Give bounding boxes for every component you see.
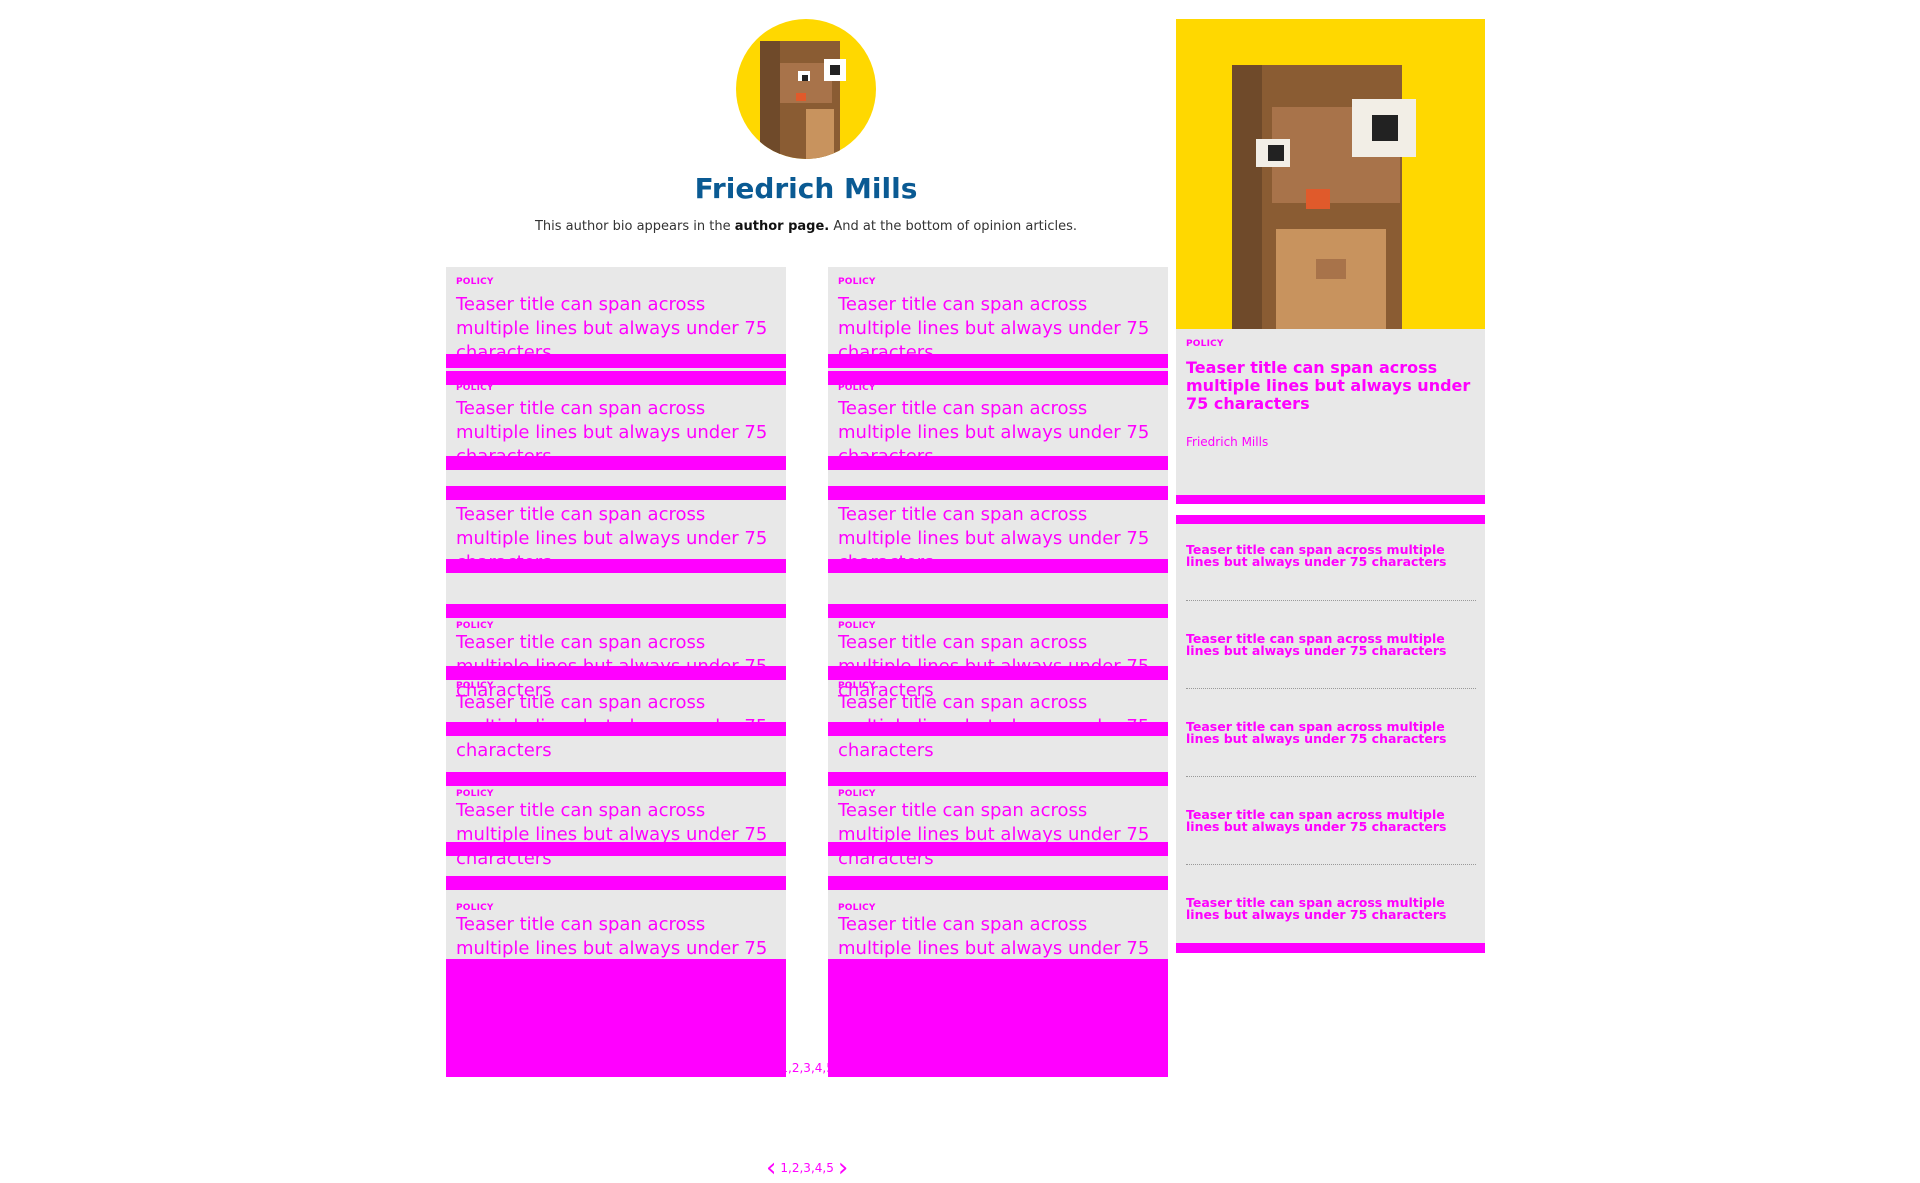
- featured-title[interactable]: Teaser title can span across multiple li…: [1186, 359, 1476, 413]
- divider-bar: [828, 666, 1168, 680]
- sidebar-list-item[interactable]: Teaser title can span across multiple li…: [1186, 808, 1476, 833]
- beaver-illustration-icon: [1232, 65, 1416, 329]
- featured-author[interactable]: Friedrich Mills: [1186, 435, 1268, 449]
- chevron-left-icon[interactable]: ‹: [766, 1055, 776, 1081]
- author-name: Friedrich Mills: [694, 172, 918, 205]
- dotted-divider: [1186, 864, 1476, 865]
- divider-bar: [828, 722, 1168, 736]
- divider-bar: [828, 354, 1168, 368]
- divider-bar: [446, 722, 786, 736]
- teaser-title[interactable]: Teaser title can span across multiple li…: [456, 799, 776, 871]
- sidebar-list-item-title[interactable]: Teaser title can span across multiple li…: [1186, 896, 1476, 921]
- author-page-link[interactable]: author page.: [735, 219, 830, 234]
- divider-bar: [446, 842, 786, 856]
- teaser-kicker: POLICY: [838, 277, 876, 287]
- sidebar-list-item-title[interactable]: Teaser title can span across multiple li…: [1186, 720, 1476, 745]
- dotted-divider: [1186, 600, 1476, 601]
- divider-bar: [828, 604, 1168, 618]
- sidebar-featured-card[interactable]: POLICY Teaser title can span across mult…: [1176, 329, 1485, 504]
- dotted-divider: [1186, 688, 1476, 689]
- divider-bar: [446, 772, 786, 786]
- teaser-kicker: POLICY: [838, 903, 876, 913]
- bio-text: This author bio appears in the: [534, 219, 735, 234]
- author-bio: This author bio appears in the author pa…: [450, 219, 1162, 234]
- teaser-kicker: POLICY: [456, 681, 494, 691]
- teaser-kicker: POLICY: [456, 789, 494, 799]
- sidebar-list: Teaser title can span across multiple li…: [1176, 515, 1485, 953]
- bio-text-end: And at the bottom of opinion articles.: [829, 219, 1078, 234]
- teaser-kicker: POLICY: [838, 681, 876, 691]
- sidebar-list-item[interactable]: Teaser title can span across multiple li…: [1186, 543, 1476, 568]
- beaver-avatar-icon: [760, 41, 846, 159]
- teaser-kicker: POLICY: [838, 383, 876, 393]
- chevron-left-icon[interactable]: ‹: [766, 1155, 776, 1181]
- divider-bar: [446, 354, 786, 368]
- teaser-kicker: POLICY: [838, 621, 876, 631]
- divider-bar: [446, 666, 786, 680]
- divider-bar: [828, 772, 1168, 786]
- teaser-card[interactable]: POLICY Teaser title can span across mult…: [456, 277, 776, 365]
- sidebar-list-item[interactable]: Teaser title can span across multiple li…: [1186, 896, 1476, 921]
- teaser-kicker: POLICY: [456, 621, 494, 631]
- teaser-card[interactable]: POLICY Teaser title can span across mult…: [838, 277, 1158, 365]
- sidebar-featured-image[interactable]: [1176, 19, 1485, 329]
- divider-bar: [446, 456, 786, 470]
- divider-bar: [1176, 943, 1485, 953]
- sidebar-list-item-title[interactable]: Teaser title can span across multiple li…: [1186, 632, 1476, 657]
- pagination-pages[interactable]: 1,2,3,4,5: [780, 1061, 833, 1075]
- teaser-kicker: POLICY: [838, 789, 876, 799]
- featured-kicker: POLICY: [1186, 339, 1224, 349]
- sidebar-list-item[interactable]: Teaser title can span across multiple li…: [1186, 720, 1476, 745]
- dotted-divider: [1186, 776, 1476, 777]
- author-avatar: [736, 19, 876, 159]
- divider-bar: [446, 486, 786, 500]
- pagination-bottom: ‹ 1,2,3,4,5 ›: [766, 1155, 848, 1181]
- teaser-column-left: POLICY Teaser title can span across mult…: [446, 267, 786, 1077]
- divider-bar: [828, 559, 1168, 573]
- divider-bar: [446, 604, 786, 618]
- pagination-pages[interactable]: 1,2,3,4,5: [780, 1161, 833, 1175]
- divider-bar: [828, 456, 1168, 470]
- sidebar-list-item-title[interactable]: Teaser title can span across multiple li…: [1186, 808, 1476, 833]
- chevron-right-icon[interactable]: ›: [838, 1155, 848, 1181]
- sidebar-list-item-title[interactable]: Teaser title can span across multiple li…: [1186, 543, 1476, 568]
- teaser-title[interactable]: Teaser title can span across multiple li…: [838, 799, 1158, 871]
- bottom-block: [828, 959, 1168, 1077]
- divider-bar: [1176, 495, 1485, 504]
- divider-bar: [828, 876, 1168, 890]
- divider-bar: [828, 842, 1168, 856]
- teaser-kicker: POLICY: [456, 383, 494, 393]
- bottom-block: [446, 959, 786, 1077]
- teaser-kicker: POLICY: [456, 903, 494, 913]
- divider-bar: [446, 876, 786, 890]
- teaser-column-right: POLICY Teaser title can span across mult…: [828, 267, 1168, 1077]
- teaser-card[interactable]: POLICY Teaser title can span across mult…: [456, 789, 776, 871]
- teaser-card[interactable]: POLICY Teaser title can span across mult…: [838, 789, 1158, 871]
- divider-bar: [446, 559, 786, 573]
- teaser-kicker: POLICY: [456, 277, 494, 287]
- divider-bar: [1176, 515, 1485, 524]
- pagination-inline: ‹ 1,2,3,4,5 ›: [766, 1055, 848, 1081]
- chevron-right-icon[interactable]: ›: [838, 1055, 848, 1081]
- divider-bar: [828, 486, 1168, 500]
- sidebar-list-item[interactable]: Teaser title can span across multiple li…: [1186, 632, 1476, 657]
